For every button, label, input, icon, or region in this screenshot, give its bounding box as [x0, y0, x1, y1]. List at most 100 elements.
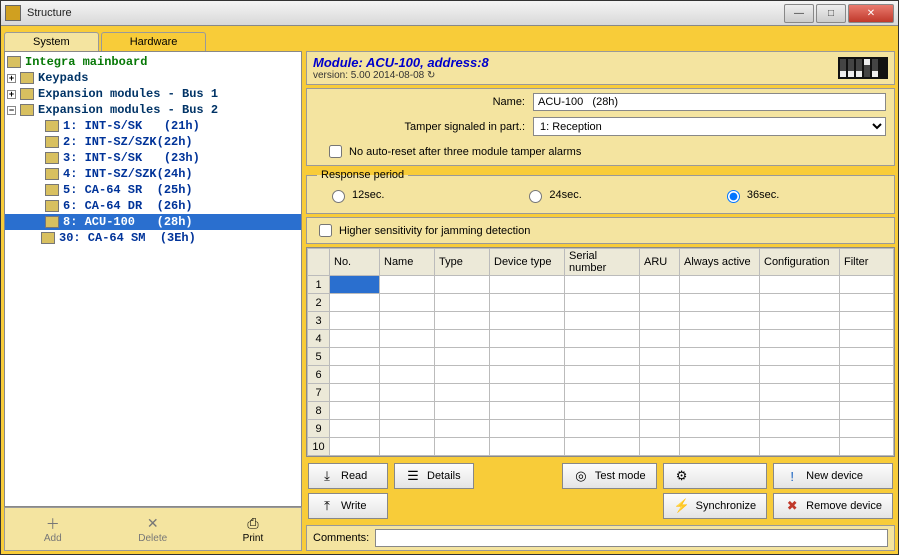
grid-cell[interactable] [435, 330, 490, 348]
jamming-checkbox[interactable] [319, 224, 332, 237]
grid-cell[interactable] [760, 438, 840, 456]
tree-item[interactable]: 2: INT-SZ/SZK(22h) [5, 134, 301, 150]
grid-cell[interactable] [380, 276, 435, 294]
grid-cell[interactable] [640, 366, 680, 384]
grid-cell[interactable] [680, 366, 760, 384]
grid-cell[interactable] [565, 330, 640, 348]
table-row[interactable]: 2 [308, 294, 894, 312]
table-row[interactable]: 6 [308, 366, 894, 384]
testmode-button[interactable]: ◎Test mode [562, 463, 657, 489]
grid-cell[interactable] [490, 312, 565, 330]
close-button[interactable]: ✕ [848, 4, 894, 23]
tree-item[interactable]: 4: INT-SZ/SZK(24h) [5, 166, 301, 182]
grid-cell[interactable] [640, 312, 680, 330]
grid-cell[interactable] [680, 384, 760, 402]
tree-item[interactable]: 3: INT-S/SK (23h) [5, 150, 301, 166]
table-row[interactable]: 8 [308, 402, 894, 420]
grid-cell[interactable] [840, 420, 894, 438]
grid-cell[interactable] [330, 294, 380, 312]
col-config[interactable]: Configuration [760, 249, 840, 276]
grid-cell[interactable] [380, 420, 435, 438]
tree-item[interactable]: 1: INT-S/SK (21h) [5, 118, 301, 134]
autoreset-checkbox[interactable] [329, 145, 342, 158]
grid-cell[interactable] [840, 348, 894, 366]
minimize-button[interactable]: — [784, 4, 814, 23]
grid-cell[interactable] [435, 402, 490, 420]
grid-cell[interactable] [565, 366, 640, 384]
grid-cell[interactable] [840, 438, 894, 456]
grid-cell[interactable] [565, 276, 640, 294]
grid-cell[interactable] [565, 294, 640, 312]
grid-cell[interactable] [565, 312, 640, 330]
extra-button[interactable]: ⚙ [663, 463, 768, 489]
radio-12sec[interactable]: 12sec. [327, 187, 384, 203]
grid-cell[interactable] [435, 438, 490, 456]
grid-cell[interactable] [490, 384, 565, 402]
collapse-icon[interactable]: − [7, 106, 16, 115]
grid-cell[interactable] [435, 420, 490, 438]
col-serial[interactable]: Serial number [565, 249, 640, 276]
grid-cell[interactable] [680, 402, 760, 420]
comments-input[interactable] [375, 529, 888, 547]
grid-cell[interactable] [760, 384, 840, 402]
tamper-select[interactable]: 1: Reception [533, 117, 886, 136]
grid-cell[interactable] [380, 312, 435, 330]
grid-cell[interactable] [435, 276, 490, 294]
grid-cell[interactable] [680, 348, 760, 366]
grid-cell[interactable] [640, 276, 680, 294]
table-row[interactable]: 5 [308, 348, 894, 366]
device-grid[interactable]: No. Name Type Device type Serial number … [306, 247, 895, 457]
grid-cell[interactable] [840, 312, 894, 330]
grid-cell[interactable] [435, 348, 490, 366]
grid-cell[interactable] [640, 402, 680, 420]
grid-cell[interactable] [680, 276, 760, 294]
grid-cell[interactable] [680, 420, 760, 438]
grid-cell[interactable] [330, 330, 380, 348]
grid-cell[interactable] [760, 420, 840, 438]
table-row[interactable]: 3 [308, 312, 894, 330]
col-aru[interactable]: ARU [640, 249, 680, 276]
grid-cell[interactable] [490, 366, 565, 384]
grid-cell[interactable] [490, 330, 565, 348]
grid-cell[interactable] [760, 330, 840, 348]
grid-cell[interactable] [565, 402, 640, 420]
grid-cell[interactable] [840, 294, 894, 312]
expand-icon[interactable]: + [7, 90, 16, 99]
grid-cell[interactable] [435, 366, 490, 384]
grid-cell[interactable] [490, 294, 565, 312]
read-button[interactable]: ⤓Read [308, 463, 388, 489]
grid-cell[interactable] [565, 420, 640, 438]
grid-cell[interactable] [760, 294, 840, 312]
col-devtype[interactable]: Device type [490, 249, 565, 276]
grid-cell[interactable] [380, 384, 435, 402]
grid-cell[interactable] [640, 330, 680, 348]
tree-item-selected[interactable]: 8: ACU-100 (28h) [5, 214, 301, 230]
grid-cell[interactable] [565, 348, 640, 366]
expand-icon[interactable]: + [7, 74, 16, 83]
table-row[interactable]: 1 [308, 276, 894, 294]
tab-system[interactable]: System [4, 32, 99, 51]
tree-item[interactable]: 6: CA-64 DR (26h) [5, 198, 301, 214]
grid-cell[interactable] [760, 402, 840, 420]
grid-cell[interactable] [330, 348, 380, 366]
grid-cell[interactable] [490, 276, 565, 294]
tree-item[interactable]: 30: CA-64 SM (3Eh) [5, 230, 301, 246]
remove-device-button[interactable]: ✖Remove device [773, 493, 893, 519]
tree-item[interactable]: 5: CA-64 SR (25h) [5, 182, 301, 198]
radio-36sec[interactable]: 36sec. [722, 187, 779, 203]
grid-cell[interactable] [680, 294, 760, 312]
grid-cell[interactable] [840, 384, 894, 402]
tab-hardware[interactable]: Hardware [101, 32, 207, 51]
col-no[interactable]: No. [330, 249, 380, 276]
grid-cell[interactable] [680, 312, 760, 330]
tree-node-bus2[interactable]: −Expansion modules - Bus 2 [5, 102, 301, 118]
grid-cell[interactable] [330, 420, 380, 438]
grid-cell[interactable] [330, 402, 380, 420]
grid-cell[interactable] [640, 420, 680, 438]
write-button[interactable]: ⤒Write [308, 493, 388, 519]
details-button[interactable]: ☰Details [394, 463, 474, 489]
grid-cell[interactable] [640, 294, 680, 312]
grid-cell[interactable] [380, 402, 435, 420]
grid-cell[interactable] [840, 330, 894, 348]
table-row[interactable]: 10 [308, 438, 894, 456]
